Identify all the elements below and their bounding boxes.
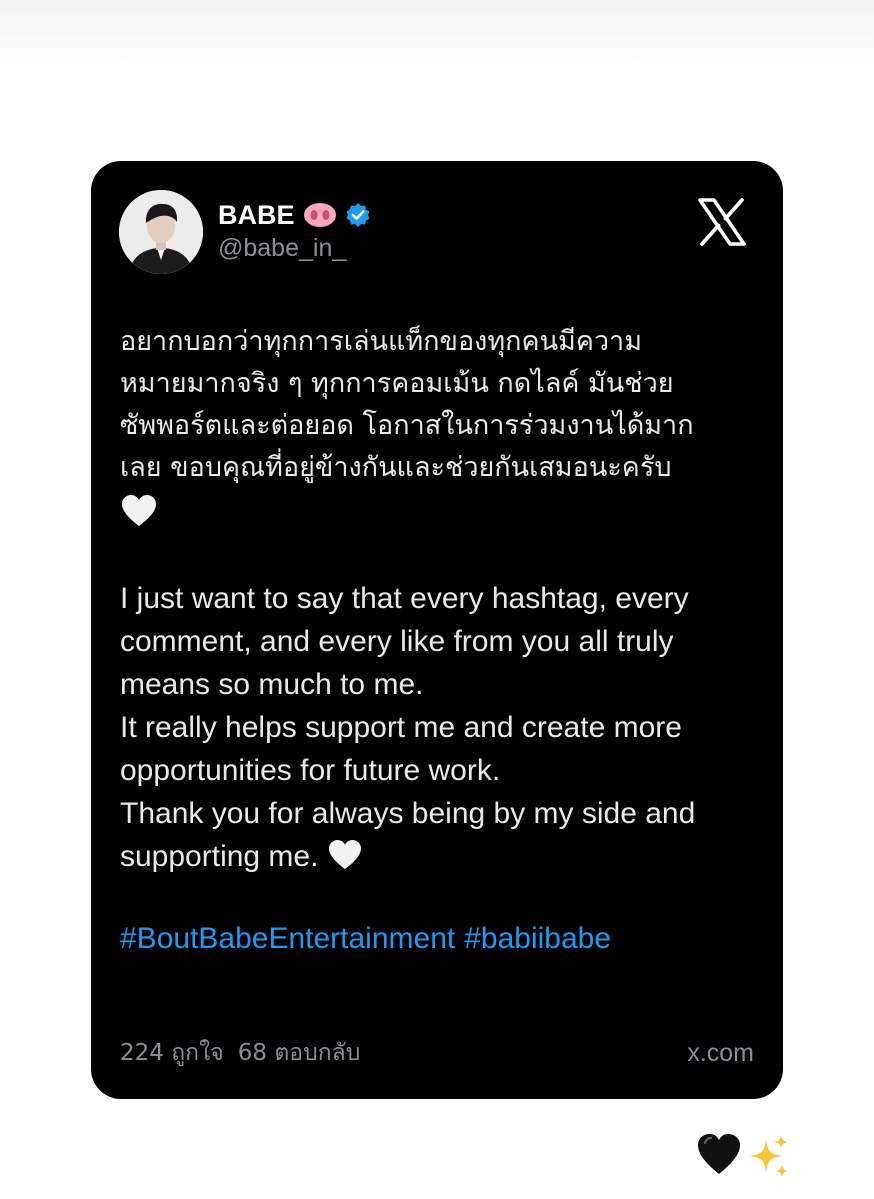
source-domain[interactable]: x.com (687, 1037, 754, 1069)
likes-count[interactable]: 224 ถูกใจ (120, 1040, 224, 1066)
hashtag-list: #BoutBabeEntertainment #babiibabe (120, 919, 611, 959)
white-heart-emoji (122, 495, 156, 526)
tweet-text-english: I just want to say that every hashtag, e… (120, 577, 760, 878)
engagement-stats: 224 ถูกใจ 68 ตอบกลับ (120, 1037, 360, 1069)
tweet-card[interactable]: BABE @babe_in_ อยากบอกว่าทุกการเล่นแท็กข… (91, 161, 783, 1099)
display-name[interactable]: BABE (218, 199, 295, 231)
top-status-fade (0, 0, 874, 70)
avatar-portrait-icon (119, 190, 203, 274)
hashtag-link[interactable]: #BoutBabeEntertainment (120, 922, 455, 955)
tweet-text-thai: อยากบอกว่าทุกการเล่นแท็กของทุกคนมีความ ห… (120, 326, 694, 483)
pig-nose-emoji (303, 203, 336, 227)
replies-count[interactable]: 68 ตอบกลับ (238, 1040, 361, 1066)
sparkles-emoji (750, 1135, 788, 1177)
author-handle[interactable]: @babe_in_ (218, 233, 346, 263)
author-name-row: BABE (218, 199, 371, 231)
x-logo-icon[interactable] (697, 197, 747, 247)
hashtag-link[interactable]: #babiibabe (464, 922, 611, 955)
white-heart-emoji (329, 839, 362, 870)
verified-badge-icon (346, 203, 370, 227)
tweet-text-english-body: I just want to say that every hashtag, e… (120, 582, 696, 873)
avatar[interactable] (119, 190, 203, 274)
black-heart-emoji (698, 1134, 740, 1174)
